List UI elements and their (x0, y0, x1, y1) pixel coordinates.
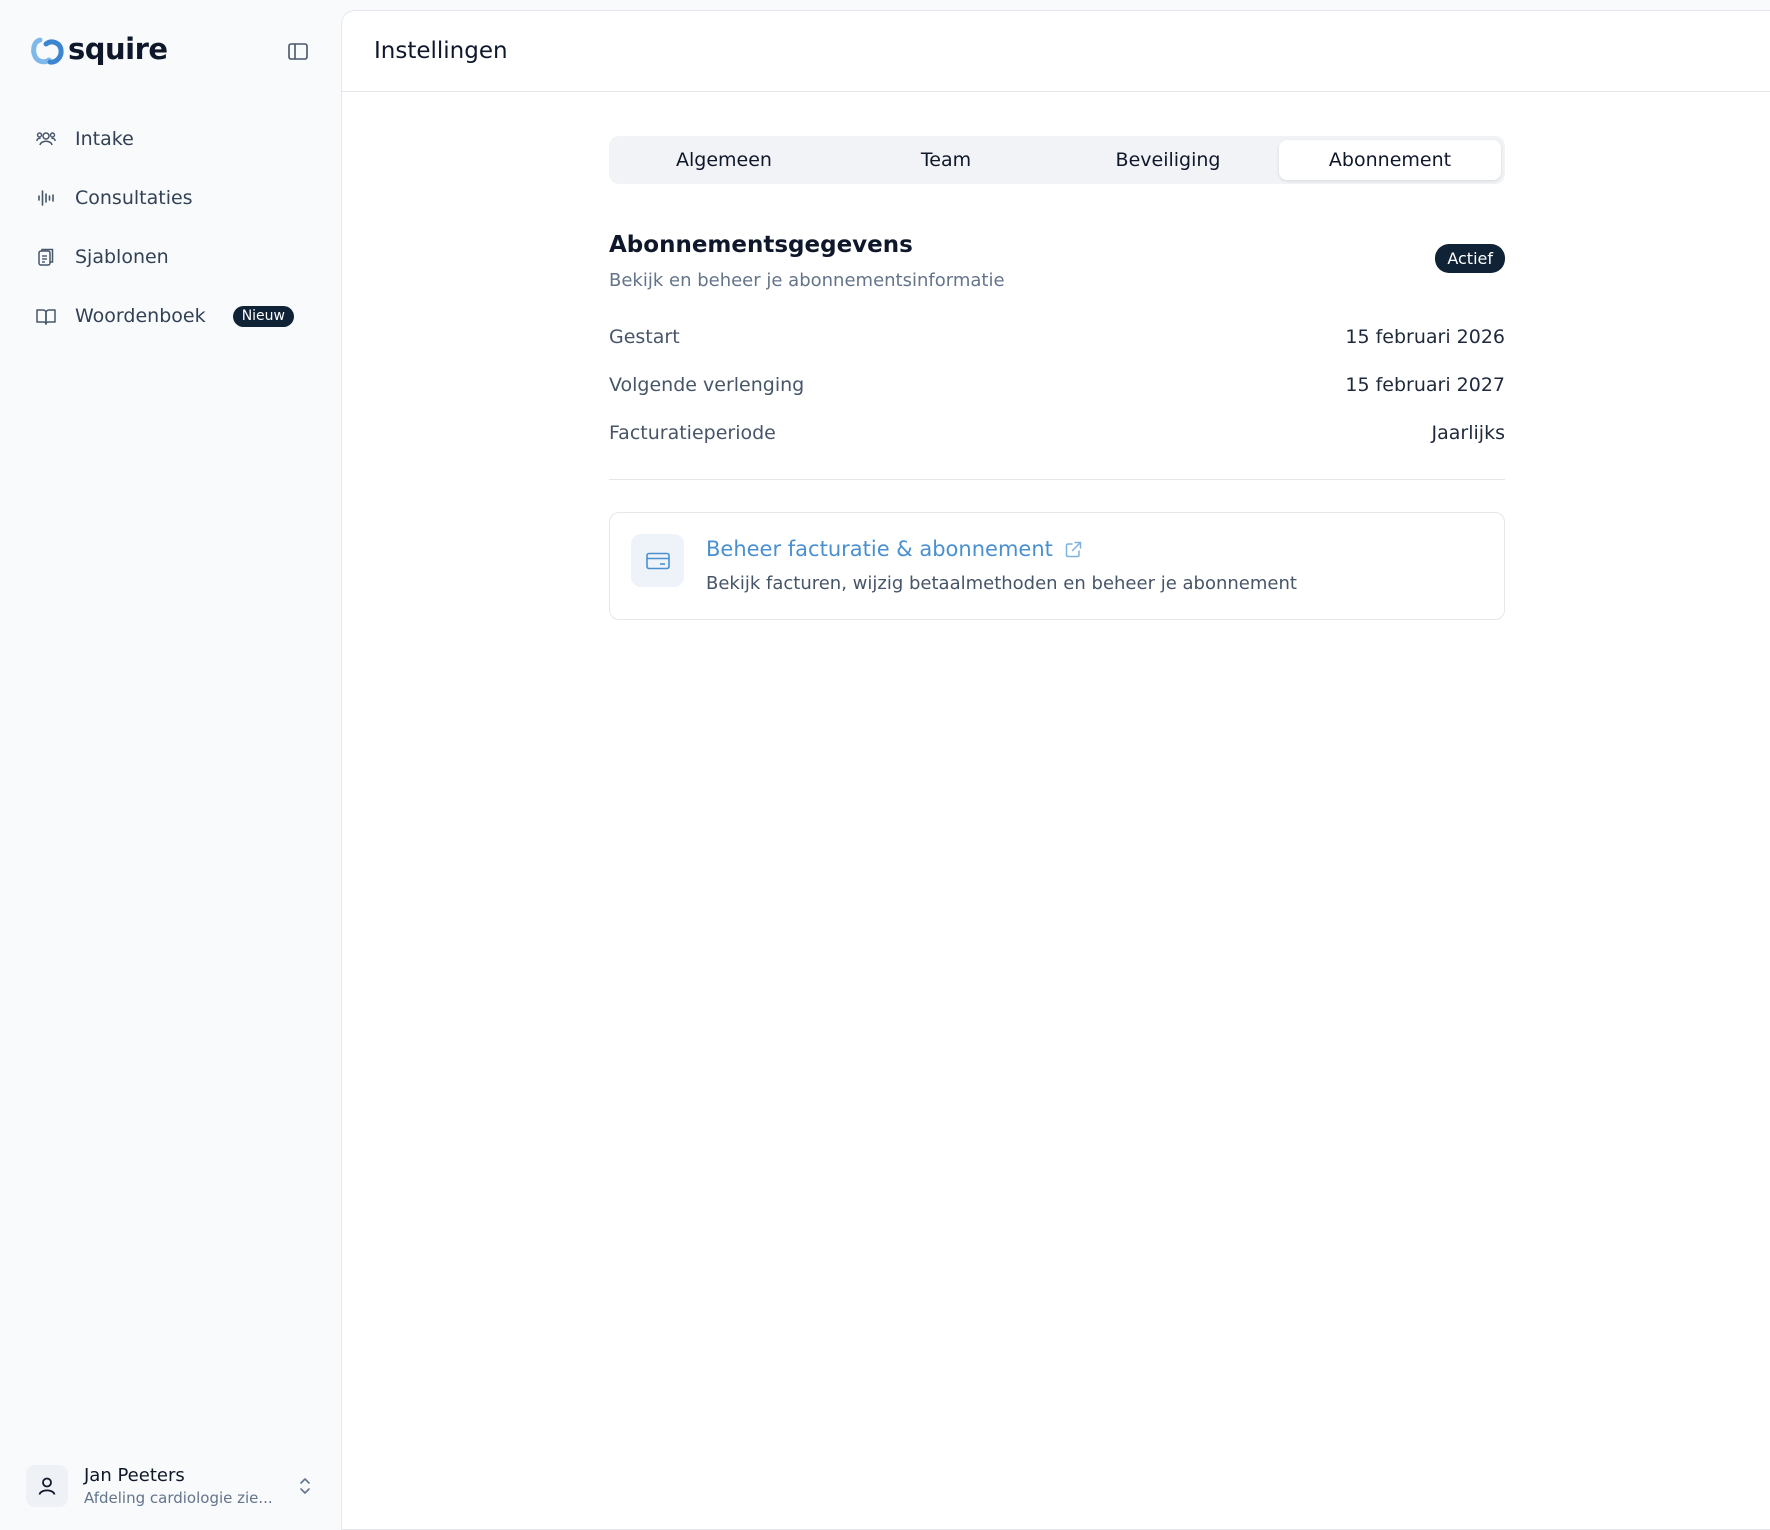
section-subtitle: Bekijk en beheer je abonnementsinformati… (609, 270, 1005, 291)
manage-billing-description: Bekijk facturen, wijzig betaalmethoden e… (706, 573, 1297, 594)
sidebar-item-label: Consultaties (75, 187, 193, 209)
book-open-icon (36, 306, 56, 326)
divider (609, 479, 1505, 480)
detail-value: Jaarlijks (1431, 422, 1505, 444)
detail-label: Facturatieperiode (609, 422, 776, 444)
sidebar-item-intake[interactable]: Intake (26, 115, 316, 163)
detail-row-billing-period: Facturatieperiode Jaarlijks (609, 409, 1505, 457)
section-title: Abonnementsgegevens (609, 232, 913, 258)
subscription-section: Abonnementsgegevens Bekijk en beheer je … (609, 232, 1505, 620)
user-organization: Afdeling cardiologie zie... (84, 1489, 273, 1507)
logo-text: squire (68, 32, 168, 66)
sidebar-item-label: Intake (75, 128, 134, 150)
audio-waveform-icon (36, 188, 56, 208)
detail-row-renewal: Volgende verlenging 15 februari 2027 (609, 361, 1505, 409)
chevron-up-down-icon (300, 1478, 310, 1494)
panel-left-icon (288, 42, 308, 60)
sidebar-item-consultaties[interactable]: Consultaties (26, 174, 316, 222)
sidebar-item-label: Woordenboek (75, 305, 206, 327)
detail-label: Volgende verlenging (609, 374, 805, 396)
sidebar-item-woordenboek[interactable]: Woordenboek Nieuw (26, 292, 316, 340)
user-menu[interactable]: Jan Peeters Afdeling cardiologie zie... (26, 1460, 316, 1512)
logo[interactable]: squire (30, 32, 168, 68)
manage-billing-title[interactable]: Beheer facturatie & abonnement (706, 537, 1053, 561)
sidebar-nav: Intake Consultaties Sjablonen Woordenboe… (26, 115, 316, 351)
manage-billing-link[interactable]: Beheer facturatie & abonnement Bekijk fa… (609, 512, 1505, 620)
squire-logo-icon (31, 37, 64, 65)
sidebar-item-label: Sjablonen (75, 246, 169, 268)
credit-card-icon (645, 552, 670, 569)
new-badge: Nieuw (232, 305, 294, 327)
card-icon-wrapper (631, 534, 684, 587)
settings-tabs: Algemeen Team Beveiliging Abonnement (609, 136, 1505, 184)
users-icon (36, 129, 56, 149)
detail-value: 15 februari 2027 (1345, 374, 1505, 396)
user-name: Jan Peeters (84, 1465, 185, 1486)
collapse-sidebar-button[interactable] (286, 40, 310, 62)
detail-label: Gestart (609, 326, 680, 348)
sidebar: squire Intake Consultaties Sjablonen Woo… (0, 0, 340, 1530)
settings-content: Algemeen Team Beveiliging Abonnement Abo… (609, 136, 1505, 620)
user-icon (38, 1477, 56, 1495)
external-link-icon (1065, 541, 1082, 558)
tab-team[interactable]: Team (835, 140, 1057, 180)
clipboard-document-icon (36, 247, 56, 267)
detail-value: 15 februari 2026 (1345, 326, 1505, 348)
avatar (26, 1465, 68, 1507)
main-panel: Instellingen Algemeen Team Beveiliging A… (341, 10, 1770, 1530)
page-header: Instellingen (342, 11, 1770, 92)
page-title: Instellingen (374, 38, 508, 64)
status-badge: Actief (1435, 244, 1505, 273)
detail-row-started: Gestart 15 februari 2026 (609, 313, 1505, 361)
tab-algemeen[interactable]: Algemeen (613, 140, 835, 180)
tab-beveiliging[interactable]: Beveiliging (1057, 140, 1279, 180)
tab-abonnement[interactable]: Abonnement (1279, 140, 1501, 180)
subscription-details: Gestart 15 februari 2026 Volgende verlen… (609, 313, 1505, 457)
app: squire Intake Consultaties Sjablonen Woo… (0, 0, 1770, 1530)
sidebar-item-sjablonen[interactable]: Sjablonen (26, 233, 316, 281)
